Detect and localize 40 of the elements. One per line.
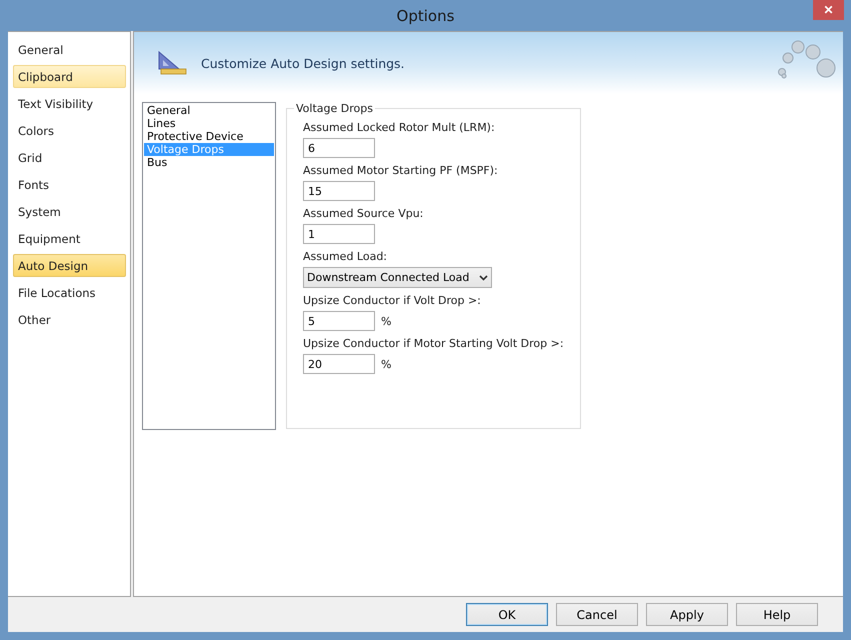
input-field[interactable]: 6: [303, 138, 375, 158]
sidebar-item[interactable]: General: [13, 38, 126, 61]
field-label: Upsize Conductor if Motor Starting Volt Drop >:: [303, 337, 564, 351]
sidebar-item[interactable]: Clipboard: [13, 65, 126, 88]
list-item[interactable]: General: [144, 104, 274, 117]
sidebar-item[interactable]: Auto Design: [13, 254, 126, 277]
field-label: Assumed Load:: [303, 250, 388, 264]
dialog-button[interactable]: Help: [736, 603, 818, 626]
window-title: Options: [396, 6, 454, 24]
input-field[interactable]: 1: [303, 224, 375, 244]
sidebar-item[interactable]: Other: [13, 308, 126, 331]
unit-label: %: [381, 314, 392, 328]
dropdown[interactable]: Downstream Connected Load: [303, 267, 492, 288]
sidebar-item[interactable]: Fonts: [13, 173, 126, 196]
input-field[interactable]: 5: [303, 311, 375, 331]
circles-drawing: [777, 38, 837, 80]
sidebar-item[interactable]: Grid: [13, 146, 126, 169]
sidebar-item[interactable]: Text Visibility: [13, 92, 126, 115]
dialog-button[interactable]: Apply: [646, 603, 728, 626]
sidebar-item[interactable]: Colors: [13, 119, 126, 142]
list-item[interactable]: Lines: [144, 117, 274, 130]
sidebar-item[interactable]: File Locations: [13, 281, 126, 304]
field-label: Upsize Conductor if Volt Drop >:: [303, 294, 482, 308]
close-button[interactable]: ✕: [813, 0, 844, 20]
sidebar-item[interactable]: Equipment: [13, 227, 126, 250]
chevron-icon: [479, 274, 488, 280]
group-title: Voltage Drops: [295, 102, 374, 115]
input-field[interactable]: 20: [303, 354, 375, 374]
sidebar-item[interactable]: System: [13, 200, 126, 223]
field-label: Assumed Locked Rotor Mult (LRM):: [303, 121, 496, 135]
dialog-button[interactable]: Cancel: [556, 603, 638, 626]
unit-label: %: [381, 358, 392, 370]
set-square-icon: [157, 50, 187, 76]
field-label: Assumed Source Vpu:: [303, 207, 424, 221]
list-item[interactable]: Bus: [144, 156, 274, 169]
dialog-button[interactable]: OK: [466, 603, 548, 626]
field-label: Assumed Motor Starting PF (MSPF):: [303, 164, 499, 178]
header-text: Customize Auto Design settings.: [201, 56, 405, 70]
list-item[interactable]: Protective Device: [144, 130, 274, 143]
input-field[interactable]: 15: [303, 181, 375, 201]
